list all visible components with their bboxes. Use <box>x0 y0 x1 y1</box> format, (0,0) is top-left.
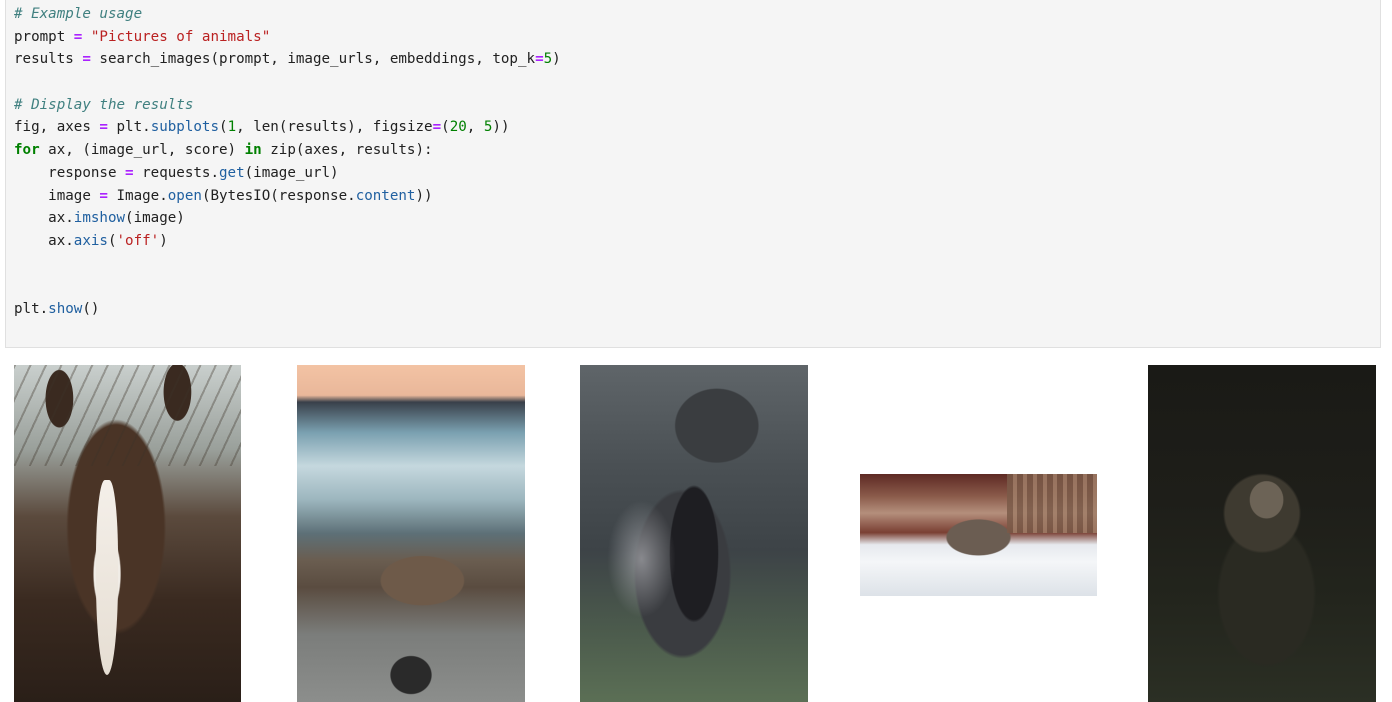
code-token: for <box>14 142 40 159</box>
code-token: zip(axes, results): <box>261 142 433 159</box>
code-token: subplots <box>150 119 220 136</box>
code-line: for ax, (image_url, score) in zip(axes, … <box>14 139 561 162</box>
code-token: requests. <box>133 164 220 181</box>
code-token: fig, axes <box>14 119 100 136</box>
code-token: , len(results), figsize <box>236 119 433 136</box>
code-token: (BytesIO(response. <box>201 187 356 204</box>
code-token: (image) <box>125 210 185 227</box>
code-token: # Example usage <box>14 6 143 22</box>
cell-output <box>0 349 1392 702</box>
horse-image <box>14 365 241 702</box>
code-line: fig, axes = plt.subplots(1, len(results)… <box>14 116 561 139</box>
code-cell-input[interactable]: # Example usage prompt = "Pictures of ani… <box>5 0 1381 348</box>
code-token: (image_url) <box>244 164 339 181</box>
code-token: # Display the results <box>14 96 194 113</box>
code-token: plt. <box>107 119 151 136</box>
code-token: = <box>535 51 544 68</box>
code-token: = <box>99 187 108 204</box>
code-token: in <box>244 142 262 159</box>
code-token: search_images(prompt, image_urls, embedd… <box>90 51 536 68</box>
code-token: ax. <box>14 210 74 227</box>
seal-image <box>297 365 525 702</box>
code-token: results <box>14 51 83 68</box>
code-token: () <box>82 300 100 317</box>
code-token: , <box>466 119 484 136</box>
code-token: ax. <box>14 232 74 249</box>
code-token: 20 <box>449 119 467 136</box>
code-token: ) <box>159 232 168 249</box>
code-token: ( <box>441 119 450 136</box>
code-token: open <box>167 187 202 204</box>
code-token: plt. <box>14 300 49 317</box>
code-token: show <box>48 300 83 317</box>
code-token: axis <box>73 232 108 249</box>
code-token: ( <box>107 232 117 249</box>
code-token: prompt <box>14 28 74 45</box>
code-token: image <box>14 187 100 204</box>
code-token: )) <box>415 187 433 204</box>
code-token: 1 <box>227 119 237 136</box>
code-line: prompt = "Pictures of animals" <box>14 26 561 49</box>
code-token: = <box>432 119 442 136</box>
code-line: plt.show() <box>14 298 561 321</box>
code-token: = <box>82 51 91 68</box>
code-token: 'off' <box>116 232 160 249</box>
code-line: image = Image.open(BytesIO(response.cont… <box>14 185 561 208</box>
code-token: )) <box>492 119 510 136</box>
code-token: content <box>355 187 416 204</box>
code-token: Image. <box>107 187 168 204</box>
code-token: "Pictures of animals" <box>90 28 271 45</box>
code-token: ( <box>219 119 228 136</box>
code-token: response <box>14 164 126 181</box>
code-token: = <box>99 119 108 136</box>
code-token: imshow <box>73 210 126 227</box>
code-line: response = requests.get(image_url) <box>14 162 561 185</box>
code-line: ax.axis('off') <box>14 230 561 253</box>
code-token: ) <box>552 51 561 68</box>
code-line: results = search_images(prompt, image_ur… <box>14 48 561 71</box>
code-line: ax.imshow(image) <box>14 207 561 230</box>
code-line: # Example usage <box>14 3 561 26</box>
code-editor[interactable]: # Example usage prompt = "Pictures of ani… <box>14 3 561 321</box>
code-token: ax, (image_url, score) <box>39 142 245 159</box>
code-token: 5 <box>543 51 553 68</box>
baboon-image <box>1148 365 1376 702</box>
rhino-image <box>860 474 1097 596</box>
code-line: # Display the results <box>14 94 561 117</box>
code-token: get <box>219 164 245 181</box>
code-token: = <box>125 164 134 181</box>
pony-image <box>580 365 808 702</box>
